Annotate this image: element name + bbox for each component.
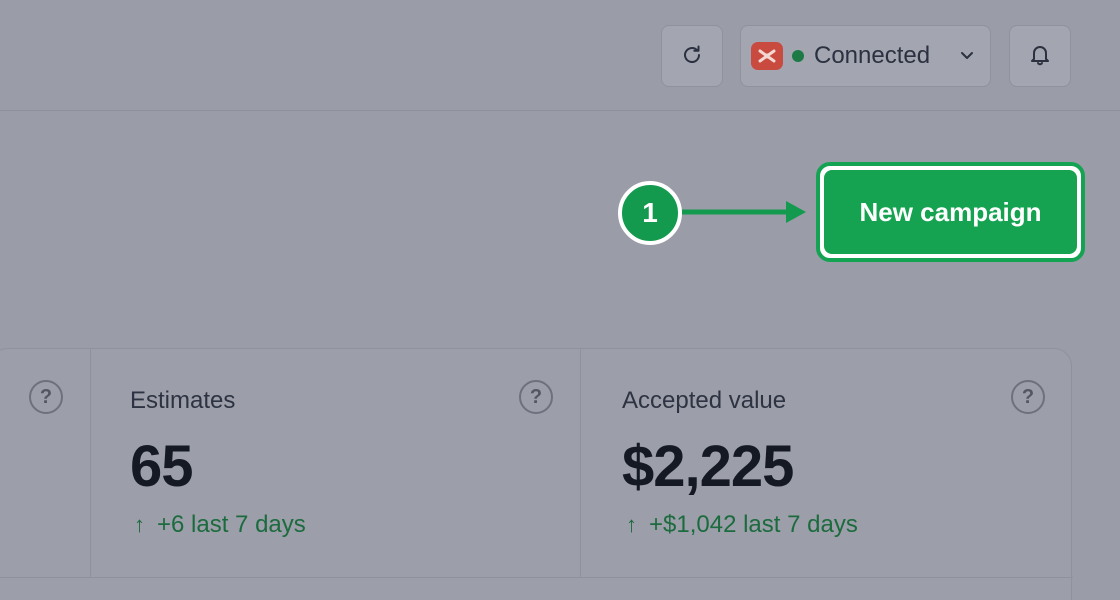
help-icon[interactable]: ? [29, 380, 63, 414]
new-campaign-highlight: New campaign [816, 162, 1085, 262]
refresh-icon [679, 42, 705, 71]
stat-delta: ↑ +6 last 7 days [134, 511, 306, 539]
top-bar: Connected [0, 0, 1120, 111]
help-icon[interactable]: ? [519, 380, 553, 414]
stat-delta: ↑ +$1,042 last 7 days [626, 511, 858, 539]
arrow-up-icon: ↑ [134, 512, 145, 537]
stat-value: $2,225 [622, 434, 794, 499]
stats-divider [90, 349, 91, 577]
new-campaign-button[interactable]: New campaign [824, 170, 1077, 254]
connection-status-label: Connected [814, 42, 931, 69]
refresh-button[interactable] [661, 25, 723, 87]
arrow-up-icon: ↑ [626, 512, 637, 537]
stat-delta-text: +$1,042 last 7 days [649, 511, 858, 538]
connection-dropdown[interactable]: Connected [740, 25, 991, 87]
stats-row-divider [0, 577, 1073, 578]
notifications-button[interactable] [1009, 25, 1071, 87]
stats-divider [580, 349, 581, 577]
stat-delta-text: +6 last 7 days [157, 511, 306, 538]
connection-status-dot [792, 50, 804, 62]
integration-logo-icon [751, 42, 783, 70]
bell-icon [1027, 42, 1053, 71]
callout-arrow-icon [682, 198, 808, 231]
stat-title: Estimates [130, 387, 236, 414]
chevron-down-icon [958, 46, 976, 69]
stats-panel: ? Estimates ? 65 ↑ +6 last 7 days Accept… [0, 348, 1073, 600]
step-callout-badge: 1 [618, 181, 682, 245]
help-icon[interactable]: ? [1011, 380, 1045, 414]
stat-value: 65 [130, 434, 194, 499]
stat-title: Accepted value [622, 387, 787, 414]
